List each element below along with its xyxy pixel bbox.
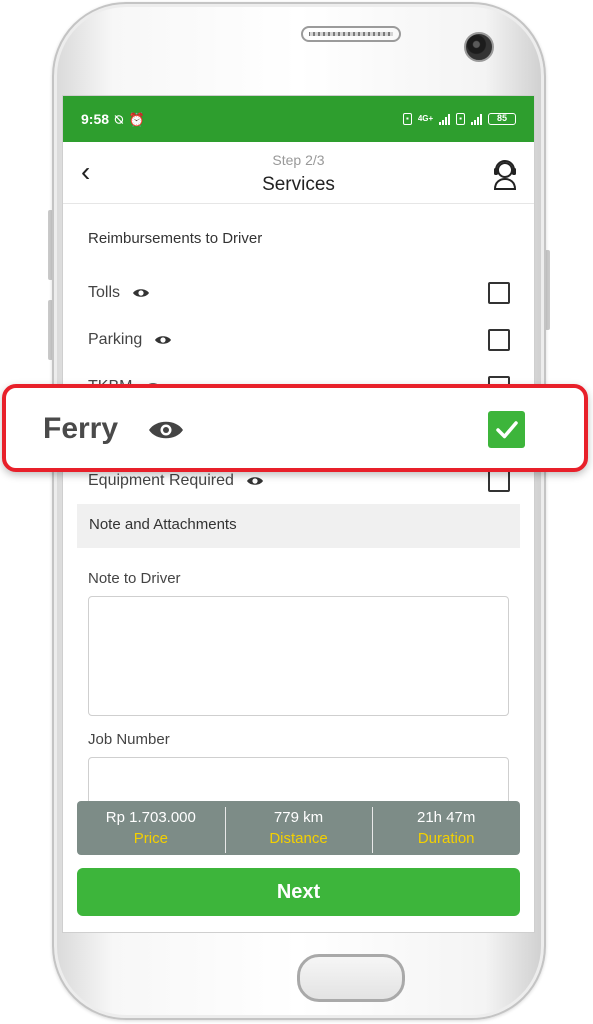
price-value: Rp 1.703.000 — [105, 809, 196, 826]
support-agent-icon[interactable] — [490, 156, 520, 190]
eye-icon[interactable] — [154, 334, 172, 346]
trip-summary-bar: Rp 1.703.000 Price 779 km Distance 21h 4… — [77, 801, 520, 855]
notes-section-title: Note and Attachments — [77, 504, 520, 548]
earpiece-speaker — [301, 26, 401, 42]
battery-icon: 85 — [488, 113, 516, 125]
signal-2-icon — [471, 113, 482, 125]
volte-icon: ▪ — [402, 113, 412, 125]
eye-icon[interactable] — [246, 475, 264, 487]
duration-summary: 21h 47m Duration — [372, 807, 520, 853]
reimbursement-label: Parking — [88, 331, 143, 348]
eye-icon[interactable] — [148, 418, 184, 442]
eye-icon[interactable] — [132, 287, 150, 299]
reimbursement-label: Equipment Required — [88, 472, 234, 489]
front-camera — [464, 32, 494, 62]
duration-label: Duration — [417, 830, 475, 847]
checkmark-icon — [495, 420, 518, 438]
price-label: Price — [133, 830, 168, 847]
step-indicator: Step 2/3 — [272, 152, 325, 168]
reimbursement-label: Tolls — [88, 284, 121, 301]
alarm-icon: ⏰ — [128, 111, 146, 127]
duration-value: 21h 47m — [416, 809, 476, 826]
distance-label: Distance — [269, 830, 328, 847]
distance-summary: 779 km Distance — [224, 807, 373, 853]
sim2-icon: ▪ — [456, 113, 465, 125]
reimbursement-row-parking[interactable]: Parking — [88, 325, 512, 355]
ferry-highlight-callout[interactable]: Ferry — [2, 384, 588, 472]
tolls-checkbox[interactable] — [488, 282, 510, 304]
status-bar: 9:58 ⍉ ⏰ ▪ 4G+ ▪ 85 — [63, 96, 534, 142]
network-type-label: 4G+ — [417, 114, 434, 123]
distance-value: 779 km — [273, 809, 324, 826]
parking-checkbox[interactable] — [488, 329, 510, 351]
app-screen: 9:58 ⍉ ⏰ ▪ 4G+ ▪ 85 ‹ Step 2/3 Services … — [62, 95, 535, 933]
ferry-checkbox[interactable] — [488, 411, 525, 448]
app-header: ‹ Step 2/3 Services — [63, 142, 534, 204]
ferry-label: Ferry — [43, 412, 119, 445]
page-title: Services — [262, 174, 335, 195]
next-button[interactable]: Next — [77, 868, 520, 916]
job-number-label: Job Number — [88, 731, 170, 748]
home-button[interactable] — [297, 954, 405, 1002]
vibrate-off-icon: ⍉ — [115, 111, 123, 127]
reimbursement-row-tolls[interactable]: Tolls — [88, 278, 512, 308]
reimbursements-title: Reimbursements to Driver — [88, 230, 263, 247]
status-time: 9:58 — [81, 111, 110, 127]
price-summary: Rp 1.703.000 Price — [77, 809, 225, 847]
note-to-driver-input[interactable] — [88, 596, 509, 716]
equipment-checkbox[interactable] — [488, 470, 510, 492]
note-to-driver-label: Note to Driver — [88, 570, 181, 587]
signal-icon — [439, 113, 451, 125]
